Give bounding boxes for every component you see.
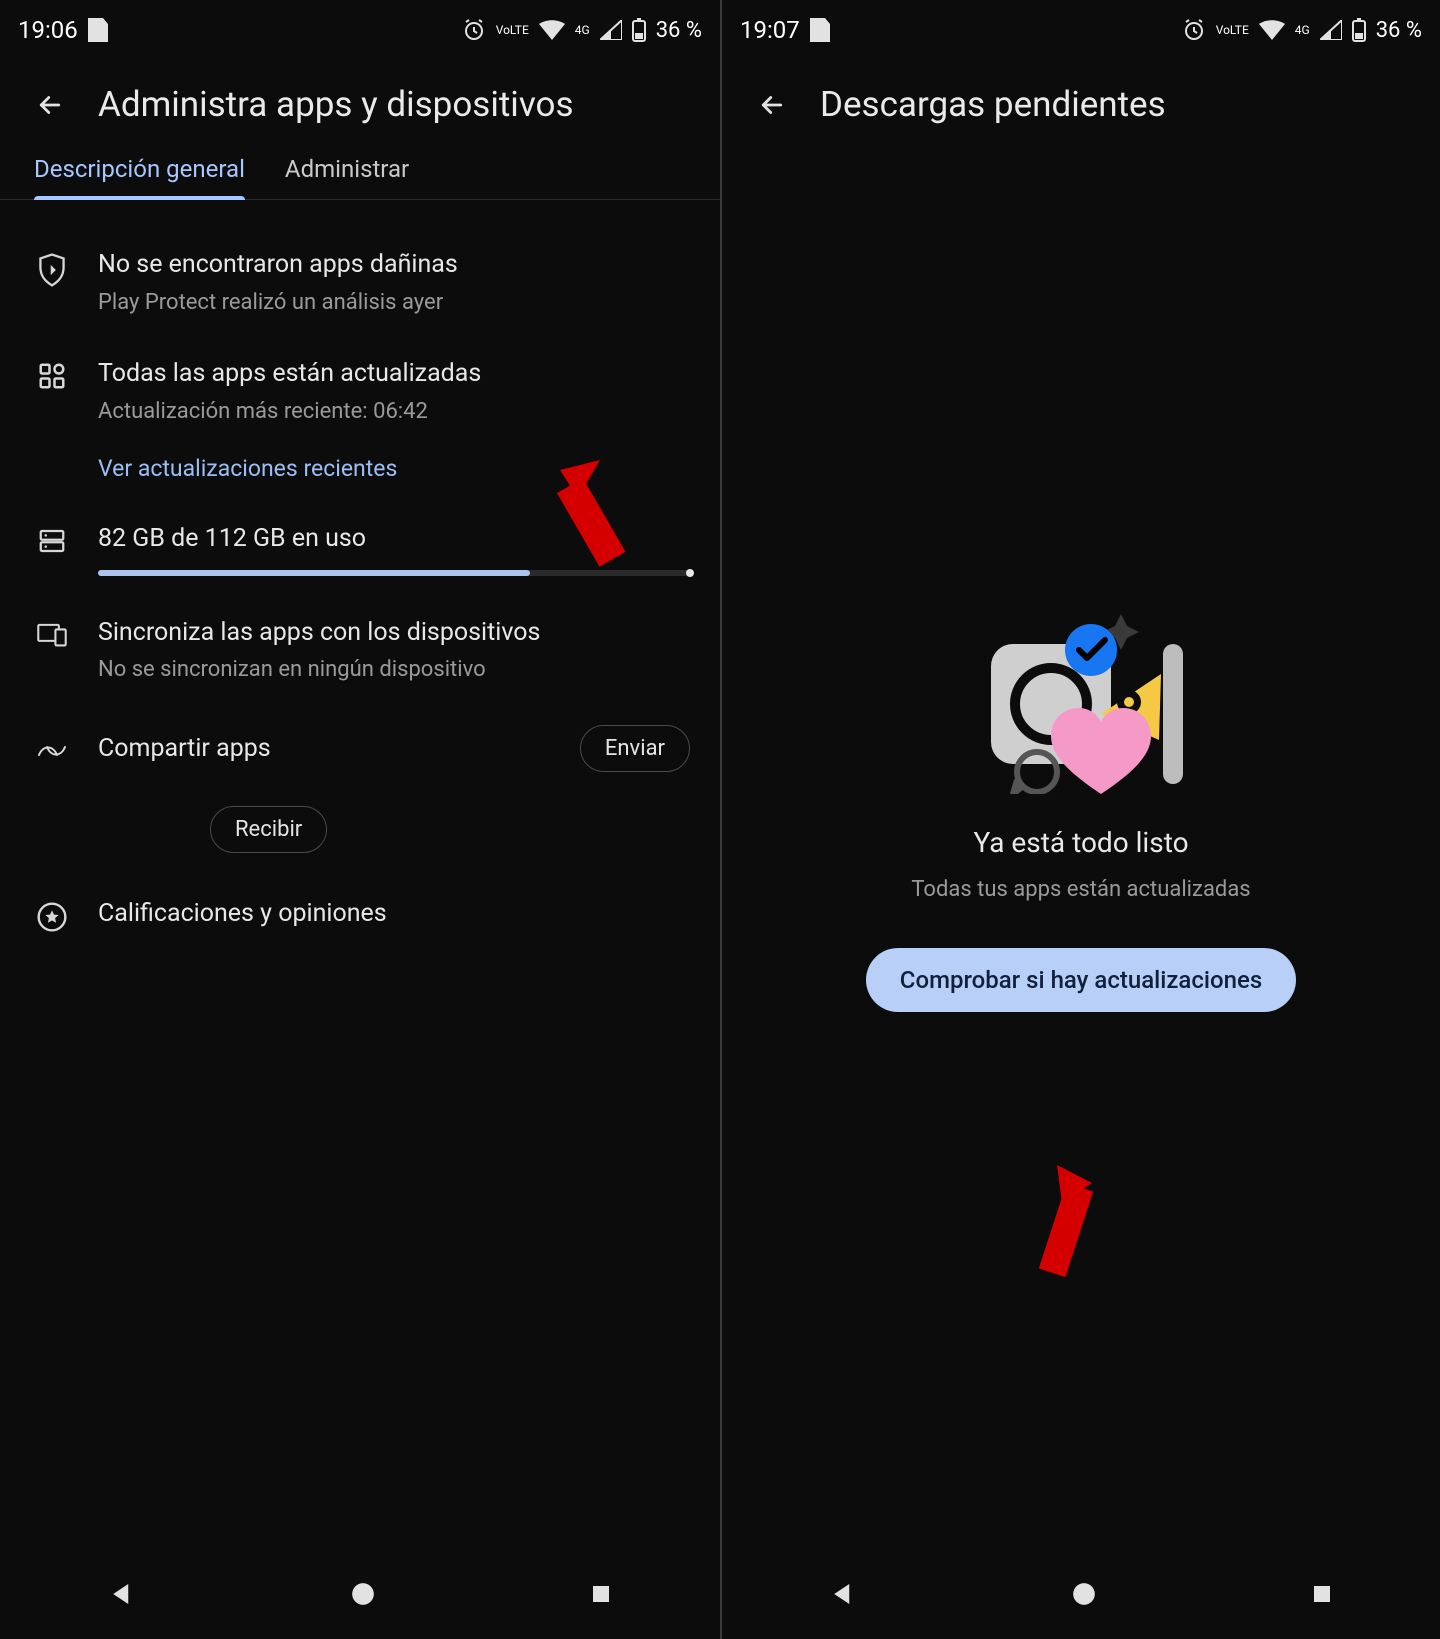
status-bar: 19:07 VoLTE 4G 36 % [722, 0, 1440, 60]
status-time: 19:06 [18, 16, 78, 44]
recent-updates-link[interactable]: Ver actualizaciones recientes [98, 455, 690, 482]
sync-sub: No se sincronizan en ningún dispositivo [98, 655, 690, 685]
back-arrow-icon [35, 90, 65, 120]
sim-icon [810, 18, 830, 42]
empty-sub: Todas tus apps están actualizadas [911, 877, 1250, 902]
send-button[interactable]: Enviar [580, 725, 690, 772]
ratings-label: Calificaciones y opiniones [98, 897, 690, 931]
navigation-bar [0, 1549, 720, 1639]
sync-title: Sincroniza las apps con los dispositivos [98, 616, 690, 650]
tab-manage[interactable]: Administrar [285, 155, 409, 199]
devices-icon [36, 620, 68, 648]
nav-home-icon[interactable] [350, 1581, 376, 1607]
left-phone-screen: 19:06 VoLTE 4G 36 % Administra apps y di… [0, 0, 720, 1639]
back-button[interactable] [752, 85, 792, 125]
navigation-bar [722, 1549, 1440, 1639]
wifi-icon [539, 20, 565, 40]
storage-title: 82 GB de 112 GB en uso [98, 522, 690, 556]
nav-back-icon[interactable] [828, 1579, 858, 1609]
storage-progress [98, 570, 690, 576]
right-phone-screen: 19:07 VoLTE 4G 36 % Descargas pendientes [720, 0, 1440, 1639]
battery-icon [1352, 18, 1366, 42]
receive-button[interactable]: Recibir [210, 806, 327, 853]
signal-icon [1320, 20, 1342, 40]
section-storage[interactable]: 82 GB de 112 GB en uso [24, 502, 696, 596]
wifi-icon [1259, 20, 1285, 40]
illustration [951, 594, 1211, 794]
empty-title: Ya está todo listo [973, 826, 1188, 859]
nav-back-icon[interactable] [107, 1579, 137, 1609]
tabs: Descripción general Administrar [0, 137, 720, 200]
nav-recent-icon[interactable] [1310, 1582, 1334, 1606]
section-ratings[interactable]: Calificaciones y opiniones [24, 877, 696, 953]
section-updates[interactable]: Todas las apps están actualizadas Actual… [24, 337, 696, 501]
updates-sub: Actualización más reciente: 06:42 [98, 397, 690, 427]
nav-home-icon[interactable] [1071, 1581, 1097, 1607]
page-title: Administra apps y dispositivos [98, 84, 574, 125]
share-second-row: Recibir [24, 806, 696, 853]
volte-label: VoLTE [496, 24, 529, 36]
storage-icon [37, 526, 67, 556]
back-button[interactable] [30, 85, 70, 125]
tab-overview[interactable]: Descripción general [34, 155, 245, 199]
nearby-share-icon [36, 739, 68, 763]
signal-icon [600, 20, 622, 40]
battery-percent: 36 % [1376, 18, 1422, 43]
protect-sub: Play Protect realizó un análisis ayer [98, 288, 690, 318]
section-share: Compartir apps Enviar [24, 705, 696, 792]
battery-icon [632, 18, 646, 42]
section-play-protect[interactable]: No se encontraron apps dañinas Play Prot… [24, 228, 696, 337]
battery-percent: 36 % [656, 18, 702, 43]
back-arrow-icon [757, 90, 787, 120]
page-title: Descargas pendientes [820, 84, 1166, 125]
apps-grid-icon [37, 361, 67, 391]
share-label: Compartir apps [98, 734, 271, 763]
updates-title: Todas las apps están actualizadas [98, 357, 690, 391]
nav-recent-icon[interactable] [589, 1582, 613, 1606]
network-label: 4G [1295, 24, 1310, 36]
network-label: 4G [575, 24, 590, 36]
sim-icon [88, 18, 108, 42]
section-sync[interactable]: Sincroniza las apps con los dispositivos… [24, 596, 696, 705]
shield-icon [36, 252, 68, 288]
alarm-icon [1182, 18, 1206, 42]
protect-title: No se encontraron apps dañinas [98, 248, 690, 282]
check-updates-button[interactable]: Comprobar si hay actualizaciones [866, 948, 1296, 1012]
alarm-icon [462, 18, 486, 42]
empty-state: Ya está todo listo Todas tus apps están … [722, 137, 1440, 1549]
volte-label: VoLTE [1216, 24, 1249, 36]
status-bar: 19:06 VoLTE 4G 36 % [0, 0, 720, 60]
status-time: 19:07 [740, 16, 800, 44]
star-circle-icon [36, 901, 68, 933]
